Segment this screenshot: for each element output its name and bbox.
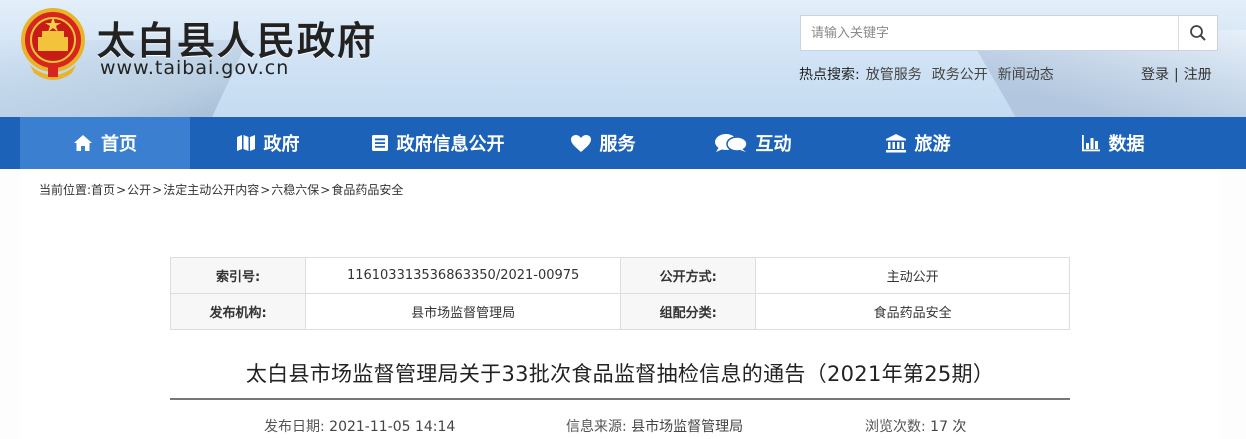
view-count-label: 浏览次数:: [865, 419, 926, 435]
index-label: 索引号:: [169, 257, 307, 294]
search-button[interactable]: [1178, 16, 1217, 50]
breadcrumb-link-home[interactable]: 首页: [91, 183, 115, 197]
table-row: 索引号: 116103313536863350/2021-00975 公开方式:…: [169, 257, 1070, 294]
nav-item-interaction[interactable]: 互动: [675, 117, 830, 169]
publish-date: 发布日期: 2021-11-05 14:14: [264, 416, 455, 436]
breadcrumb-sep: >: [152, 183, 163, 197]
heart-icon: [570, 134, 591, 152]
search-input[interactable]: [801, 16, 1179, 50]
register-link[interactable]: 注册: [1184, 67, 1212, 83]
breadcrumb-link-food-drug[interactable]: 食品药品安全: [331, 183, 403, 197]
info-source-value: 县市场监督管理局: [631, 419, 744, 435]
publisher-label: 发布机构:: [169, 293, 307, 330]
search-box: [800, 15, 1218, 51]
auth-links: 登录 | 注册: [1141, 64, 1212, 84]
breadcrumb: 当前位置:首页>公开>法定主动公开内容>六稳六保>食品药品安全: [39, 181, 403, 198]
national-emblem-icon[interactable]: [20, 7, 86, 81]
nav-label: 服务: [599, 134, 636, 155]
nav-item-government[interactable]: 政府: [190, 117, 345, 169]
category-label: 组配分类:: [620, 293, 757, 330]
hot-link-zhengwu[interactable]: 政务公开: [932, 67, 988, 83]
info-source-label: 信息来源:: [566, 419, 627, 435]
publisher-value: 县市场监督管理局: [305, 293, 622, 330]
nav-item-gov-info[interactable]: 政府信息公开: [345, 117, 530, 169]
breadcrumb-sep: >: [116, 183, 127, 197]
hot-link-news[interactable]: 新闻动态: [998, 67, 1054, 83]
nav-item-home[interactable]: 首页: [20, 117, 190, 169]
nav-item-data[interactable]: 数据: [1005, 117, 1220, 169]
site-url[interactable]: www.taibai.gov.cn: [100, 57, 289, 79]
breadcrumb-sep: >: [320, 183, 331, 197]
index-value: 116103313536863350/2021-00975: [305, 257, 622, 294]
home-icon: [74, 135, 92, 151]
nav-item-services[interactable]: 服务: [530, 117, 675, 169]
nav-label: 互动: [755, 134, 792, 155]
publish-date-label: 发布日期:: [264, 419, 325, 435]
view-count-value: 17 次: [930, 419, 967, 435]
nav-label: 政府: [263, 134, 300, 155]
open-mode-label: 公开方式:: [620, 257, 757, 294]
content-area: 当前位置:首页>公开>法定主动公开内容>六稳六保>食品药品安全 索引号: 116…: [20, 169, 1220, 439]
search-icon: [1190, 25, 1206, 41]
table-row: 发布机构: 县市场监督管理局 组配分类: 食品药品安全: [169, 293, 1070, 330]
info-source: 信息来源: 县市场监督管理局: [566, 416, 743, 436]
nav-item-tourism[interactable]: 旅游: [830, 117, 1005, 169]
info-metadata-table: 索引号: 116103313536863350/2021-00975 公开方式:…: [169, 257, 1070, 330]
bar-chart-icon: [1081, 135, 1100, 152]
article-title: 太白县市场监督管理局关于33批次食品监督抽检信息的通告（2021年第25期）: [245, 362, 995, 386]
breadcrumb-link-open[interactable]: 公开: [127, 183, 151, 197]
open-mode-value: 主动公开: [755, 257, 1070, 294]
breadcrumb-prefix: 当前位置:: [39, 183, 92, 197]
list-icon: [371, 135, 388, 151]
hot-search-label: 热点搜索:: [799, 67, 860, 83]
nav-label: 政府信息公开: [396, 134, 505, 155]
landmark-icon: [885, 134, 906, 153]
main-nav: 首页 政府 政府信息公开 服务 互动 旅游 数据: [0, 117, 1246, 169]
nav-label: 旅游: [914, 134, 951, 155]
site-header: 太白县人民政府 www.taibai.gov.cn 热点搜索:放管服务政务公开新…: [0, 0, 1246, 117]
hot-search: 热点搜索: 放管服务 政务公开 新闻动态: [799, 64, 1054, 84]
login-link[interactable]: 登录: [1141, 67, 1169, 83]
hot-link-fangguan[interactable]: 放管服务: [866, 67, 922, 83]
map-icon: [236, 135, 255, 151]
auth-separator: |: [1174, 67, 1179, 83]
publish-date-value: 2021-11-05 14:14: [329, 419, 456, 435]
title-divider: [170, 398, 1070, 400]
category-value: 食品药品安全: [755, 293, 1070, 330]
breadcrumb-link-statutory[interactable]: 法定主动公开内容: [163, 183, 259, 197]
breadcrumb-sep: >: [260, 183, 271, 197]
nav-label: 数据: [1108, 134, 1145, 155]
chat-icon: [714, 134, 748, 152]
view-count: 浏览次数: 17 次: [865, 416, 966, 436]
nav-label: 首页: [101, 134, 137, 155]
breadcrumb-link-liuwen[interactable]: 六稳六保: [271, 183, 319, 197]
